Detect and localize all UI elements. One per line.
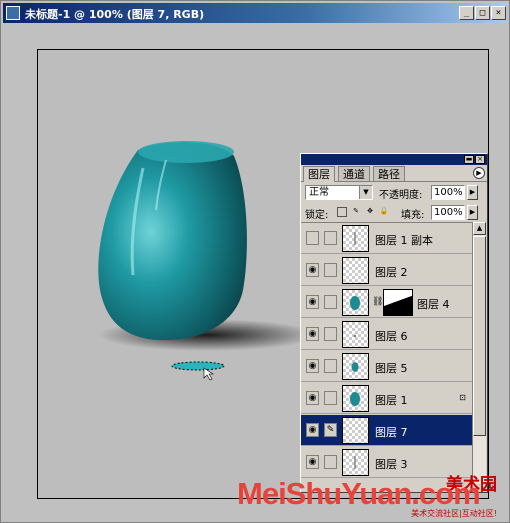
eye-visibility-icon[interactable]: ◉ (306, 295, 319, 309)
eye-visibility-icon[interactable]: ◉ (306, 359, 319, 373)
opacity-slider-button[interactable]: ▶ (467, 185, 478, 200)
empty (343, 258, 368, 283)
lock-transparency-icon[interactable] (337, 207, 347, 217)
maximize-button[interactable]: □ (475, 6, 490, 20)
layer-row[interactable]: ◉ 图层 6 (301, 319, 473, 350)
panel-close-button[interactable]: × (475, 155, 485, 164)
brush-link-icon[interactable] (324, 455, 337, 469)
watermark: 美术园 MeiShuYuan.com 美术交流社区|互动社区! (237, 470, 503, 520)
chevron-down-icon: ▼ (359, 186, 372, 199)
layers-scrollbar[interactable]: ▲ (472, 222, 486, 484)
scroll-thumb[interactable] (473, 236, 486, 436)
layer-thumbnail (342, 225, 369, 252)
eye-visibility-icon[interactable]: ◉ (306, 391, 319, 405)
panel-title-bar[interactable]: ▬ × (301, 154, 487, 165)
lock-paint-icon[interactable]: ✎ (351, 207, 361, 217)
vase-body (98, 142, 247, 341)
title-bar[interactable]: 未标题-1 @ 100% (图层 7, RGB) _ □ × (3, 3, 507, 23)
brush-link-icon[interactable] (324, 231, 337, 245)
layer-row[interactable]: 图层 1 副本 (301, 223, 473, 254)
panel-menu-button[interactable]: ▶ (473, 167, 485, 179)
layer-row[interactable]: ◉ 图层 5 (301, 351, 473, 382)
brush-link-icon[interactable] (324, 359, 337, 373)
fill-slider-button[interactable]: ▶ (467, 205, 478, 220)
watermark-sub: 美术交流社区|互动社区! (411, 509, 497, 518)
lock-move-icon[interactable]: ✥ (365, 207, 375, 217)
tab-paths[interactable]: 路径 (373, 166, 405, 181)
layer-row[interactable]: ◉ 图层 1 ⊡ (301, 383, 473, 414)
eye-visibility-icon[interactable] (306, 231, 319, 245)
layers-panel: ▬ × 图层 通道 路径 ▶ 正常 ▼ 不透明度: 100% ▶ 锁定: ✎ ✥… (300, 153, 488, 493)
blend-row: 正常 ▼ 不透明度: 100% ▶ (301, 182, 487, 202)
layer-thumbnail (342, 257, 369, 284)
layer-thumbnail (342, 385, 369, 412)
minimize-button[interactable]: _ (459, 6, 474, 20)
layer-thumbnail (342, 289, 369, 316)
lock-label: 锁定: (305, 210, 329, 221)
brush-link-icon[interactable]: ✎ (324, 423, 337, 437)
layer-name: 图层 1 副本 (375, 234, 433, 247)
scroll-up-icon[interactable]: ▲ (473, 222, 486, 235)
small-vase-icon (351, 362, 359, 372)
layers-list: 图层 1 副本 ◉ 图层 2 ◉ ⛓ 图层 4 ◉ 图层 6 ◉ 图层 5 ◉ 图层 1 ⊡ ◉ ✎ 图层 7… (301, 222, 473, 485)
blend-mode-select[interactable]: 正常 ▼ (305, 185, 373, 200)
layer-name: 图层 1 (375, 394, 408, 407)
blend-mode-value: 正常 (309, 187, 329, 198)
layer-row[interactable]: ◉ ✎ 图层 7 (301, 415, 473, 446)
vase-icon (350, 296, 360, 310)
opacity-label: 不透明度: (379, 190, 423, 201)
eye-visibility-icon[interactable]: ◉ (306, 263, 319, 277)
tab-channels[interactable]: 通道 (338, 166, 370, 181)
close-button[interactable]: × (491, 6, 506, 20)
empty (343, 418, 368, 443)
brush-link-icon[interactable] (324, 327, 337, 341)
vase-rim (138, 141, 234, 163)
layer-mask-thumbnail[interactable] (383, 289, 413, 316)
layer-name: 图层 4 (417, 298, 450, 311)
eye-visibility-icon[interactable]: ◉ (306, 455, 319, 469)
photoshop-doc-icon (6, 6, 20, 20)
layer-name: 图层 2 (375, 266, 408, 279)
fill-label: 填充: (401, 210, 425, 221)
layer-thumbnail (342, 353, 369, 380)
layer-thumbnail (342, 417, 369, 444)
dot-icon (354, 335, 356, 337)
line-icon (354, 232, 356, 245)
panel-tabs: 图层 通道 路径 ▶ (301, 165, 487, 182)
lock-all-icon[interactable]: 🔒 (379, 207, 389, 217)
chain-link-icon[interactable]: ⛓ (372, 297, 383, 307)
layer-thumbnail (342, 321, 369, 348)
fill-input[interactable]: 100% (431, 205, 465, 220)
window-title: 未标题-1 @ 100% (图层 7, RGB) (25, 8, 205, 21)
layer-row[interactable]: ◉ ⛓ 图层 4 (301, 287, 473, 318)
brush-link-icon[interactable] (324, 263, 337, 277)
brush-link-icon[interactable] (324, 391, 337, 405)
layer-name: 图层 7 (375, 426, 408, 439)
panel-minimize-button[interactable]: ▬ (464, 155, 474, 164)
layer-row[interactable]: ◉ 图层 2 (301, 255, 473, 286)
selection-marquee (171, 361, 225, 371)
brush-link-icon[interactable] (324, 295, 337, 309)
lock-row: 锁定: ✎ ✥ 🔒 填充: 100% ▶ (301, 202, 487, 222)
eye-visibility-icon[interactable]: ◉ (306, 327, 319, 341)
opacity-input[interactable]: 100% (431, 185, 465, 200)
layer-name: 图层 5 (375, 362, 408, 375)
layer-name: 图层 6 (375, 330, 408, 343)
lock-icon: ⊡ (459, 393, 466, 402)
eye-visibility-icon[interactable]: ◉ (306, 423, 319, 437)
vase-icon (350, 392, 360, 406)
watermark-main: MeiShuYuan.com (237, 476, 481, 511)
tab-layers[interactable]: 图层 (303, 166, 335, 182)
